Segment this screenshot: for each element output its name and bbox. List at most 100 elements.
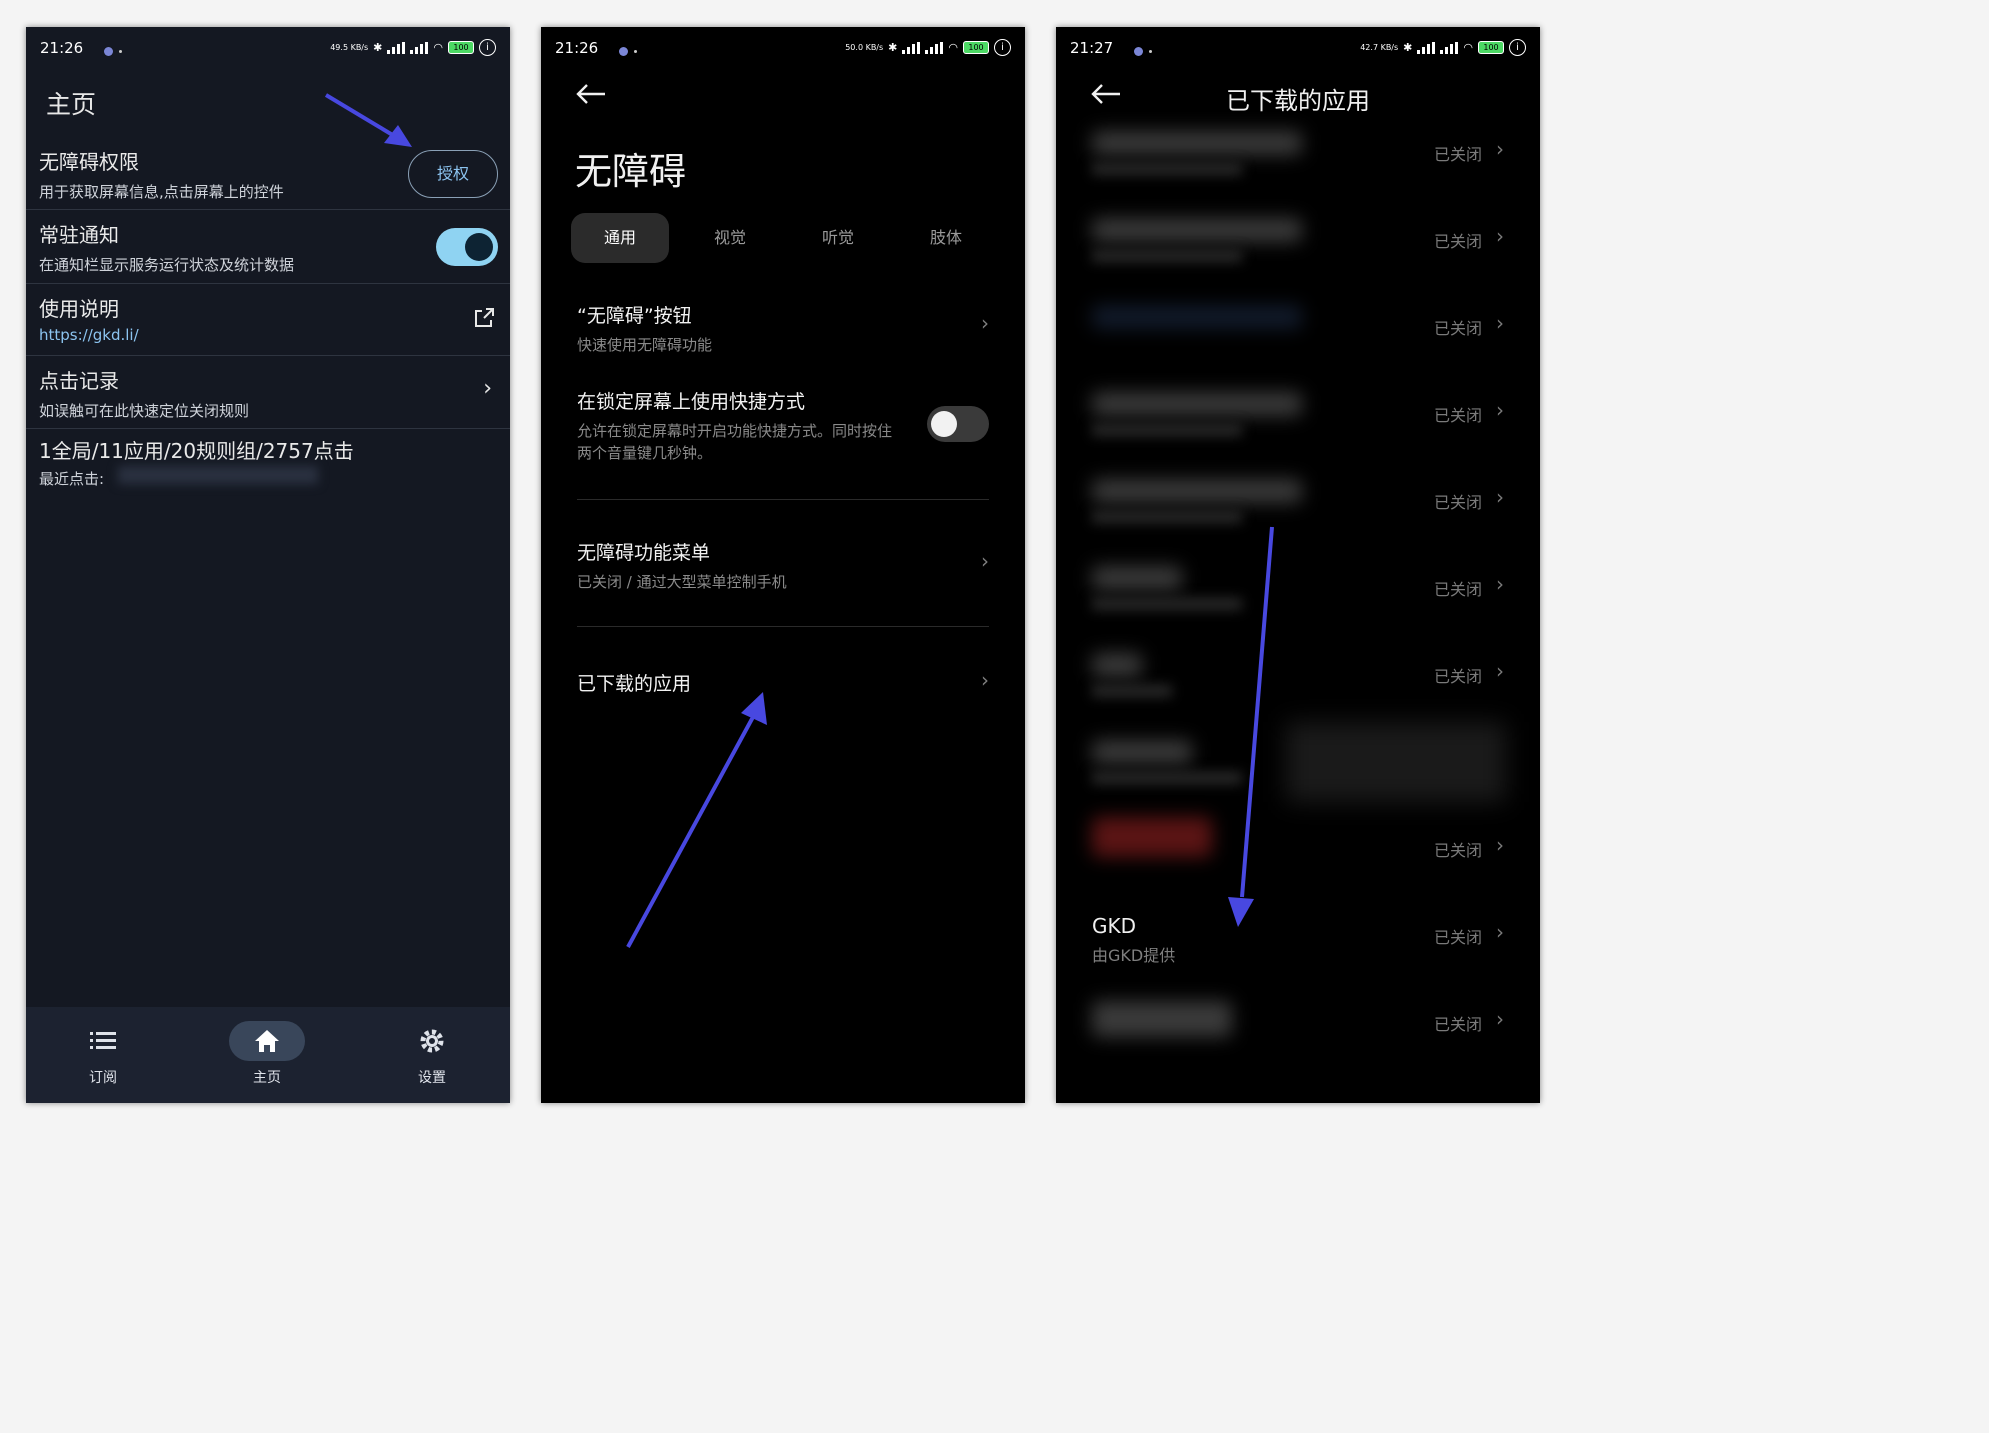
signal-icon bbox=[902, 41, 921, 54]
list-icon bbox=[65, 1021, 141, 1061]
status-time: 21:27 bbox=[1070, 39, 1114, 57]
status-time: 21:26 bbox=[40, 39, 84, 57]
tab-vision[interactable]: 视觉 bbox=[681, 213, 779, 263]
network-speed: 42.7 KB/s bbox=[1360, 42, 1399, 52]
list-item[interactable]: 已关闭 › bbox=[1056, 374, 1540, 461]
chevron-right-icon: › bbox=[1496, 137, 1504, 161]
nav-settings[interactable]: 设置 bbox=[387, 1021, 477, 1087]
app-status: 已关闭 bbox=[1433, 667, 1482, 686]
nav-label-subscriptions: 订阅 bbox=[89, 1070, 117, 1086]
phone-downloaded-apps: 21:27 42.7 KB/s ✱ ◠ 100 i 已下载的应用 已关闭 › 已关… bbox=[1056, 27, 1540, 1103]
gkd-app-item[interactable]: GKD 由GKD提供 已关闭 › bbox=[1056, 896, 1540, 983]
item-desc: 允许在锁定屏幕时开启功能快捷方式。同时按住两个音量键几秒钟。 bbox=[577, 422, 893, 462]
chevron-right-icon: › bbox=[1496, 311, 1504, 335]
info-icon: i bbox=[479, 39, 496, 56]
app-status: 已关闭 bbox=[1433, 1015, 1482, 1034]
page-title: 主页 bbox=[46, 90, 97, 119]
list-item[interactable]: 已关闭 › bbox=[1056, 200, 1540, 287]
tab-general[interactable]: 通用 bbox=[571, 213, 669, 263]
app-provider: 由GKD提供 bbox=[1092, 946, 1176, 965]
manual-link[interactable]: https://gkd.li/ bbox=[39, 326, 139, 344]
status-icons: 42.7 KB/s ✱ ◠ 100 i bbox=[1360, 39, 1526, 56]
status-time: 21:26 bbox=[555, 39, 599, 57]
click-log-desc: 如误触可在此快速定位关闭规则 bbox=[39, 402, 250, 420]
back-arrow-icon[interactable] bbox=[575, 83, 607, 105]
category-tabs: 通用 视觉 听觉 肢体 bbox=[571, 213, 991, 263]
status-indicators bbox=[104, 42, 122, 60]
chevron-right-icon: › bbox=[1496, 572, 1504, 596]
list-item[interactable]: 已关闭 › bbox=[1056, 809, 1540, 896]
gear-icon bbox=[394, 1021, 470, 1061]
signal-icon-2 bbox=[925, 41, 944, 54]
accessibility-desc: 用于获取屏幕信息,点击屏幕上的控件 bbox=[39, 183, 284, 201]
chevron-right-icon: › bbox=[981, 668, 989, 692]
network-speed: 49.5 KB/s bbox=[330, 42, 369, 52]
bluetooth-icon: ✱ bbox=[1403, 41, 1413, 54]
list-item[interactable]: 已关闭 › bbox=[1056, 548, 1540, 635]
click-log-row[interactable]: 点击记录 如误触可在此快速定位关闭规则 › bbox=[26, 356, 510, 429]
bluetooth-icon: ✱ bbox=[373, 41, 383, 54]
list-item[interactable] bbox=[1056, 722, 1540, 809]
wifi-icon: ◠ bbox=[1463, 41, 1473, 54]
accessibility-menu-item[interactable]: 无障碍功能菜单 已关闭 / 通过大型菜单控制手机 bbox=[577, 538, 989, 593]
chevron-right-icon: › bbox=[1496, 398, 1504, 422]
network-speed: 50.0 KB/s bbox=[845, 42, 884, 52]
home-icon bbox=[229, 1021, 305, 1061]
signal-icon-2 bbox=[1440, 41, 1459, 54]
manual-title: 使用说明 bbox=[39, 297, 119, 321]
notification-toggle[interactable] bbox=[436, 228, 498, 266]
info-icon: i bbox=[994, 39, 1011, 56]
status-indicators bbox=[1134, 42, 1152, 60]
chevron-right-icon: › bbox=[981, 549, 989, 573]
item-title: 在锁定屏幕上使用快捷方式 bbox=[577, 391, 806, 413]
tab-hearing[interactable]: 听觉 bbox=[789, 213, 887, 263]
item-title: 已下载的应用 bbox=[577, 673, 692, 695]
list-item[interactable]: 已关闭 › bbox=[1056, 635, 1540, 722]
lock-shortcut-toggle[interactable] bbox=[927, 406, 989, 442]
chevron-right-icon: › bbox=[1496, 920, 1504, 944]
wifi-icon: ◠ bbox=[948, 41, 958, 54]
chevron-right-icon: › bbox=[981, 311, 989, 335]
recent-click-label: 最近点击: bbox=[39, 470, 105, 488]
app-status: 已关闭 bbox=[1433, 232, 1482, 251]
nav-label-settings: 设置 bbox=[418, 1070, 446, 1086]
chevron-right-icon: › bbox=[1496, 224, 1504, 248]
app-status: 已关闭 bbox=[1433, 928, 1482, 947]
open-external-icon[interactable] bbox=[472, 306, 496, 330]
signal-icon-2 bbox=[410, 41, 429, 54]
downloaded-apps-item[interactable]: 已下载的应用 bbox=[577, 669, 989, 696]
item-desc: 快速使用无障碍功能 bbox=[577, 336, 713, 354]
nav-subscriptions[interactable]: 订阅 bbox=[58, 1021, 148, 1087]
click-log-title: 点击记录 bbox=[39, 369, 119, 393]
status-icons: 50.0 KB/s ✱ ◠ 100 i bbox=[845, 39, 1011, 56]
nav-label-home: 主页 bbox=[253, 1070, 281, 1086]
authorize-button[interactable]: 授权 bbox=[408, 150, 498, 198]
item-desc: 已关闭 / 通过大型菜单控制手机 bbox=[577, 573, 787, 591]
accessibility-title: 无障碍权限 bbox=[39, 150, 139, 174]
battery-icon: 100 bbox=[963, 41, 989, 54]
info-icon: i bbox=[1509, 39, 1526, 56]
status-bar: 21:26 49.5 KB/s ✱ ◠ 100 i bbox=[40, 39, 496, 61]
list-item[interactable]: 已关闭 › bbox=[1056, 287, 1540, 374]
chevron-right-icon: › bbox=[1496, 485, 1504, 509]
status-bar: 21:27 42.7 KB/s ✱ ◠ 100 i bbox=[1070, 39, 1526, 61]
app-status: 已关闭 bbox=[1433, 319, 1482, 338]
app-status: 已关闭 bbox=[1433, 406, 1482, 425]
signal-icon bbox=[1417, 41, 1436, 54]
chevron-right-icon: › bbox=[1496, 1007, 1504, 1031]
phone-accessibility-settings: 21:26 50.0 KB/s ✱ ◠ 100 i 无障碍 通用 视觉 听觉 肢… bbox=[541, 27, 1025, 1103]
battery-icon: 100 bbox=[448, 41, 474, 54]
app-name: GKD bbox=[1092, 914, 1137, 938]
manual-row[interactable]: 使用说明 https://gkd.li/ bbox=[26, 284, 510, 356]
list-item[interactable]: 已关闭 › bbox=[1056, 461, 1540, 548]
lock-screen-shortcut-item[interactable]: 在锁定屏幕上使用快捷方式 允许在锁定屏幕时开启功能快捷方式。同时按住两个音量键几… bbox=[577, 387, 905, 464]
notification-title: 常驻通知 bbox=[39, 223, 119, 247]
item-title: 无障碍功能菜单 bbox=[577, 542, 711, 564]
tab-physical[interactable]: 肢体 bbox=[897, 213, 995, 263]
list-item[interactable]: 已关闭 › bbox=[1056, 113, 1540, 200]
nav-home[interactable]: 主页 bbox=[222, 1021, 312, 1087]
accessibility-button-item[interactable]: “无障碍”按钮 快速使用无障碍功能 bbox=[577, 301, 989, 356]
app-status: 已关闭 bbox=[1433, 493, 1482, 512]
list-item[interactable]: 已关闭 › bbox=[1056, 983, 1540, 1070]
status-indicators bbox=[619, 42, 637, 60]
